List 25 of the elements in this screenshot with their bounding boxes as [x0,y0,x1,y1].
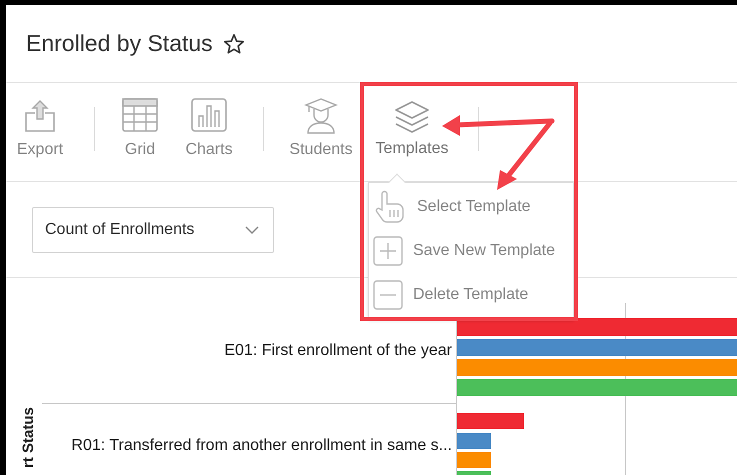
export-tool-button[interactable]: Export [10,83,70,181]
charts-tool-button[interactable]: Charts [179,83,239,181]
chart-bar [457,413,524,429]
menu-item[interactable]: Select Template [369,185,573,229]
category-label: E01: First enrollment of the year [224,342,452,360]
category-label: R01: Transferred from another enrollment in same s... [71,437,452,455]
minus-icon [373,280,403,310]
plus-icon [373,236,403,266]
page-title: Enrolled by Status [26,30,213,57]
chevron-down-icon [245,226,259,234]
menu-item[interactable]: Delete Template [369,273,573,317]
bar-chart-icon [190,97,228,135]
students-tool-button[interactable]: Students [282,83,360,181]
graduate-icon [302,97,340,135]
chart-bar [457,433,491,449]
chart-bar [457,452,491,468]
menu-item[interactable]: Save New Template [369,229,573,273]
grid-icon [121,97,159,135]
templates-tool-button[interactable]: Templates [370,83,454,181]
star-icon[interactable] [222,32,245,54]
measure-dropdown[interactable]: Count of Enrollments [32,206,274,252]
layers-icon [393,100,431,134]
axis-label: rt Status [20,407,37,468]
grid-tool-button[interactable]: Grid [113,83,167,181]
chart-bar [457,471,491,475]
